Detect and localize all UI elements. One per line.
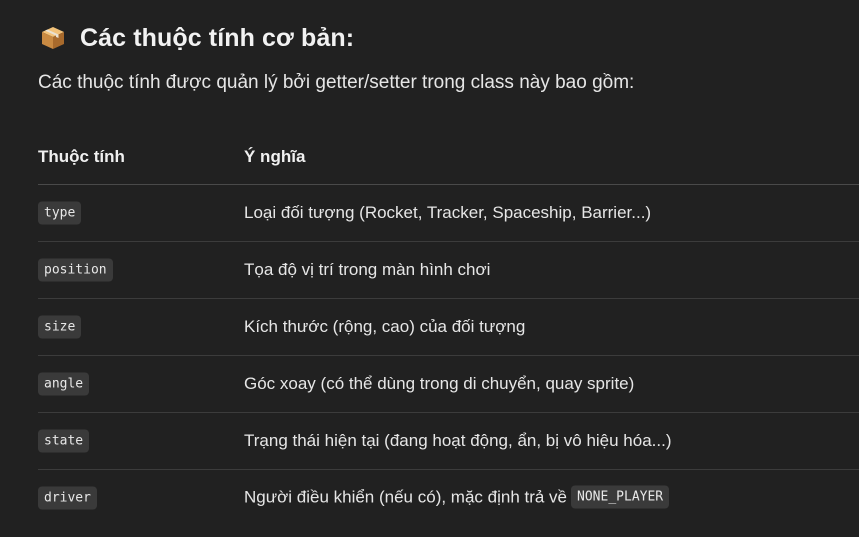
table-row: position Tọa độ vị trí trong màn hình ch… xyxy=(38,242,859,299)
default-value-code: NONE_PLAYER xyxy=(571,485,670,509)
attribute-code: type xyxy=(38,201,82,225)
attribute-code: position xyxy=(38,258,113,282)
attribute-meaning-cell: Người điều khiển (nếu có), mặc định trả … xyxy=(244,485,670,510)
attribute-code: state xyxy=(38,429,90,453)
package-icon xyxy=(42,27,64,49)
table-row: angle Góc xoay (có thể dùng trong di chu… xyxy=(38,356,859,413)
attribute-code: driver xyxy=(38,486,97,510)
heading-title: Các thuộc tính cơ bản: xyxy=(80,23,355,52)
section-heading: Các thuộc tính cơ bản: xyxy=(40,22,354,54)
attribute-meaning: Loại đối tượng (Rocket, Tracker, Spacesh… xyxy=(244,203,652,222)
attribute-meaning: Góc xoay (có thể dùng trong di chuyển, q… xyxy=(244,374,635,393)
table-row: size Kích thước (rộng, cao) của đối tượn… xyxy=(38,299,859,356)
column-header-meaning: Ý nghĩa xyxy=(244,147,306,166)
table-row: driver Người điều khiển (nếu có), mặc đị… xyxy=(38,470,859,526)
attribute-meaning: Trạng thái hiện tại (đang hoạt động, ẩn,… xyxy=(244,431,672,450)
attribute-meaning: Tọa độ vị trí trong màn hình chơi xyxy=(244,260,491,279)
attributes-table: Thuộc tính Ý nghĩa type Loại đối tượng (… xyxy=(38,130,859,526)
attribute-meaning: Người điều khiển (nếu có), mặc định trả … xyxy=(244,487,568,507)
intro-text: Các thuộc tính được quản lý bởi getter/s… xyxy=(38,72,635,93)
attribute-code: angle xyxy=(38,372,90,396)
table-row: state Trạng thái hiện tại (đang hoạt độn… xyxy=(38,413,859,470)
attribute-code: size xyxy=(38,315,82,339)
table-row: type Loại đối tượng (Rocket, Tracker, Sp… xyxy=(38,185,859,242)
table-header-row: Thuộc tính Ý nghĩa xyxy=(38,130,859,185)
attribute-meaning: Kích thước (rộng, cao) của đối tượng xyxy=(244,317,526,336)
column-header-attribute: Thuộc tính xyxy=(38,147,125,166)
